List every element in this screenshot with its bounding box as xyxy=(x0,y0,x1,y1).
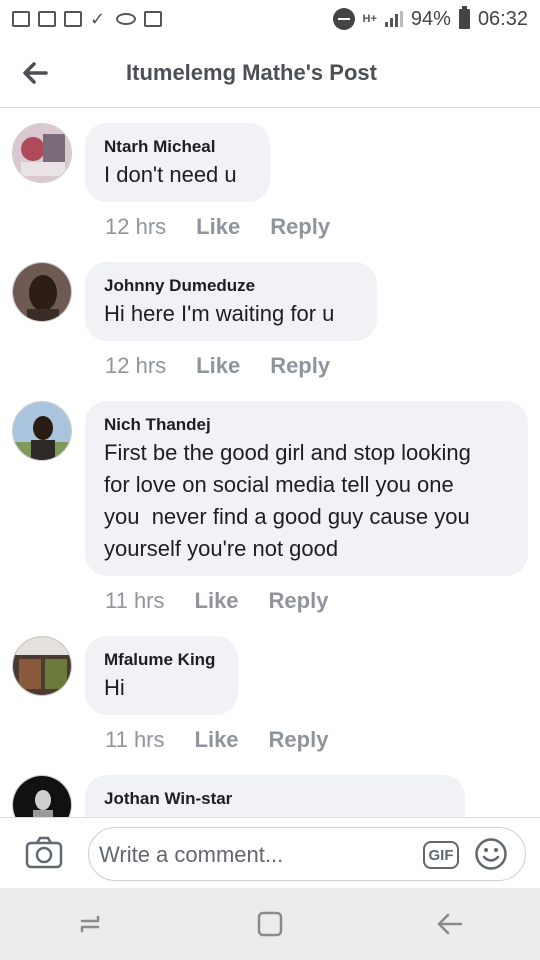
recent-apps-icon xyxy=(80,915,100,933)
download-done-icon: ✓ xyxy=(90,9,106,29)
reply-button[interactable]: Reply xyxy=(270,353,330,379)
comment-time[interactable]: 11 hrs xyxy=(105,727,165,753)
network-type: H+ xyxy=(362,13,377,25)
notification-icons: ✓ xyxy=(12,9,162,29)
message-icon xyxy=(38,11,56,27)
camera-button[interactable] xyxy=(25,836,63,870)
clock: 06:32 xyxy=(477,7,528,30)
battery-percent: 94% xyxy=(410,7,451,30)
comment-text: I don't need u xyxy=(104,162,237,187)
recent-apps-button[interactable] xyxy=(50,894,130,954)
comment-actions: 12 hrs Like Reply xyxy=(105,214,330,240)
like-button[interactable]: Like xyxy=(196,353,240,379)
avatar[interactable] xyxy=(12,262,72,322)
system-navigation-bar xyxy=(0,888,540,960)
camera-icon xyxy=(25,836,63,869)
comment-author[interactable]: Johnny Dumeduze xyxy=(104,276,357,296)
comment-input[interactable] xyxy=(99,838,419,872)
comment-field[interactable]: GIF xyxy=(88,827,526,881)
reply-button[interactable]: Reply xyxy=(270,214,330,240)
comment-actions: 11 hrs Like Reply xyxy=(105,588,328,614)
comment-bubble: Jothan Win-star xyxy=(85,775,465,817)
like-button[interactable]: Like xyxy=(195,588,239,614)
like-button[interactable]: Like xyxy=(196,214,240,240)
gif-button[interactable]: GIF xyxy=(423,841,459,869)
back-button[interactable] xyxy=(0,38,70,108)
comment-time[interactable]: 12 hrs xyxy=(105,353,166,379)
comment-author[interactable]: Jothan Win-star xyxy=(104,789,445,809)
comment-actions: 11 hrs Like Reply xyxy=(105,727,328,753)
reply-button[interactable]: Reply xyxy=(269,727,329,753)
reply-button[interactable]: Reply xyxy=(269,588,329,614)
comment-time[interactable]: 12 hrs xyxy=(105,214,166,240)
eye-icon xyxy=(116,13,136,25)
status-bar: ✓ H+ 94% 06:32 xyxy=(0,0,540,38)
avatar[interactable] xyxy=(12,401,72,461)
comment-author[interactable]: Mfalume King xyxy=(104,650,218,670)
back-nav-icon xyxy=(437,913,463,935)
comment-actions: 12 hrs Like Reply xyxy=(105,353,330,379)
system-status: H+ 94% 06:32 xyxy=(332,6,528,31)
comment-bubble: Nich Thandej First be the good girl and … xyxy=(85,401,528,576)
battery-icon xyxy=(458,6,470,29)
comment-bubble: Johnny Dumeduze Hi here I'm waiting for … xyxy=(85,262,377,341)
comment-text: Hi xyxy=(104,675,125,700)
home-button[interactable] xyxy=(230,894,310,954)
do-not-disturb-icon xyxy=(332,8,355,30)
smiley-icon xyxy=(475,838,507,870)
comment-author[interactable]: Ntarh Micheal xyxy=(104,137,250,157)
home-icon xyxy=(257,911,283,937)
comment-text: First be the good girl and stop looking … xyxy=(104,440,471,561)
avatar[interactable] xyxy=(12,636,72,696)
comment-bubble: Ntarh Micheal I don't need u xyxy=(85,123,270,202)
avatar[interactable] xyxy=(12,123,72,183)
comment-author[interactable]: Nich Thandej xyxy=(104,415,508,435)
signal-icon xyxy=(384,11,403,27)
avatar[interactable] xyxy=(12,775,72,817)
post-header: Itumelemg Mathe's Post xyxy=(0,38,540,108)
emoji-button[interactable] xyxy=(474,837,508,871)
activity-icon xyxy=(144,11,162,27)
page-title: Itumelemg Mathe's Post xyxy=(126,59,377,85)
comment-time[interactable]: 11 hrs xyxy=(105,588,165,614)
image-icon xyxy=(64,11,82,27)
comment-bubble: Mfalume King Hi xyxy=(85,636,238,715)
comment-composer: GIF xyxy=(0,817,540,888)
back-arrow-icon xyxy=(23,61,48,84)
like-button[interactable]: Like xyxy=(195,727,239,753)
comments-list[interactable]: Ntarh Micheal I don't need u 12 hrs Like… xyxy=(0,109,540,817)
comment-text: Hi here I'm waiting for u xyxy=(104,301,335,326)
back-nav-button[interactable] xyxy=(410,894,490,954)
notification-app-icon xyxy=(12,11,30,27)
